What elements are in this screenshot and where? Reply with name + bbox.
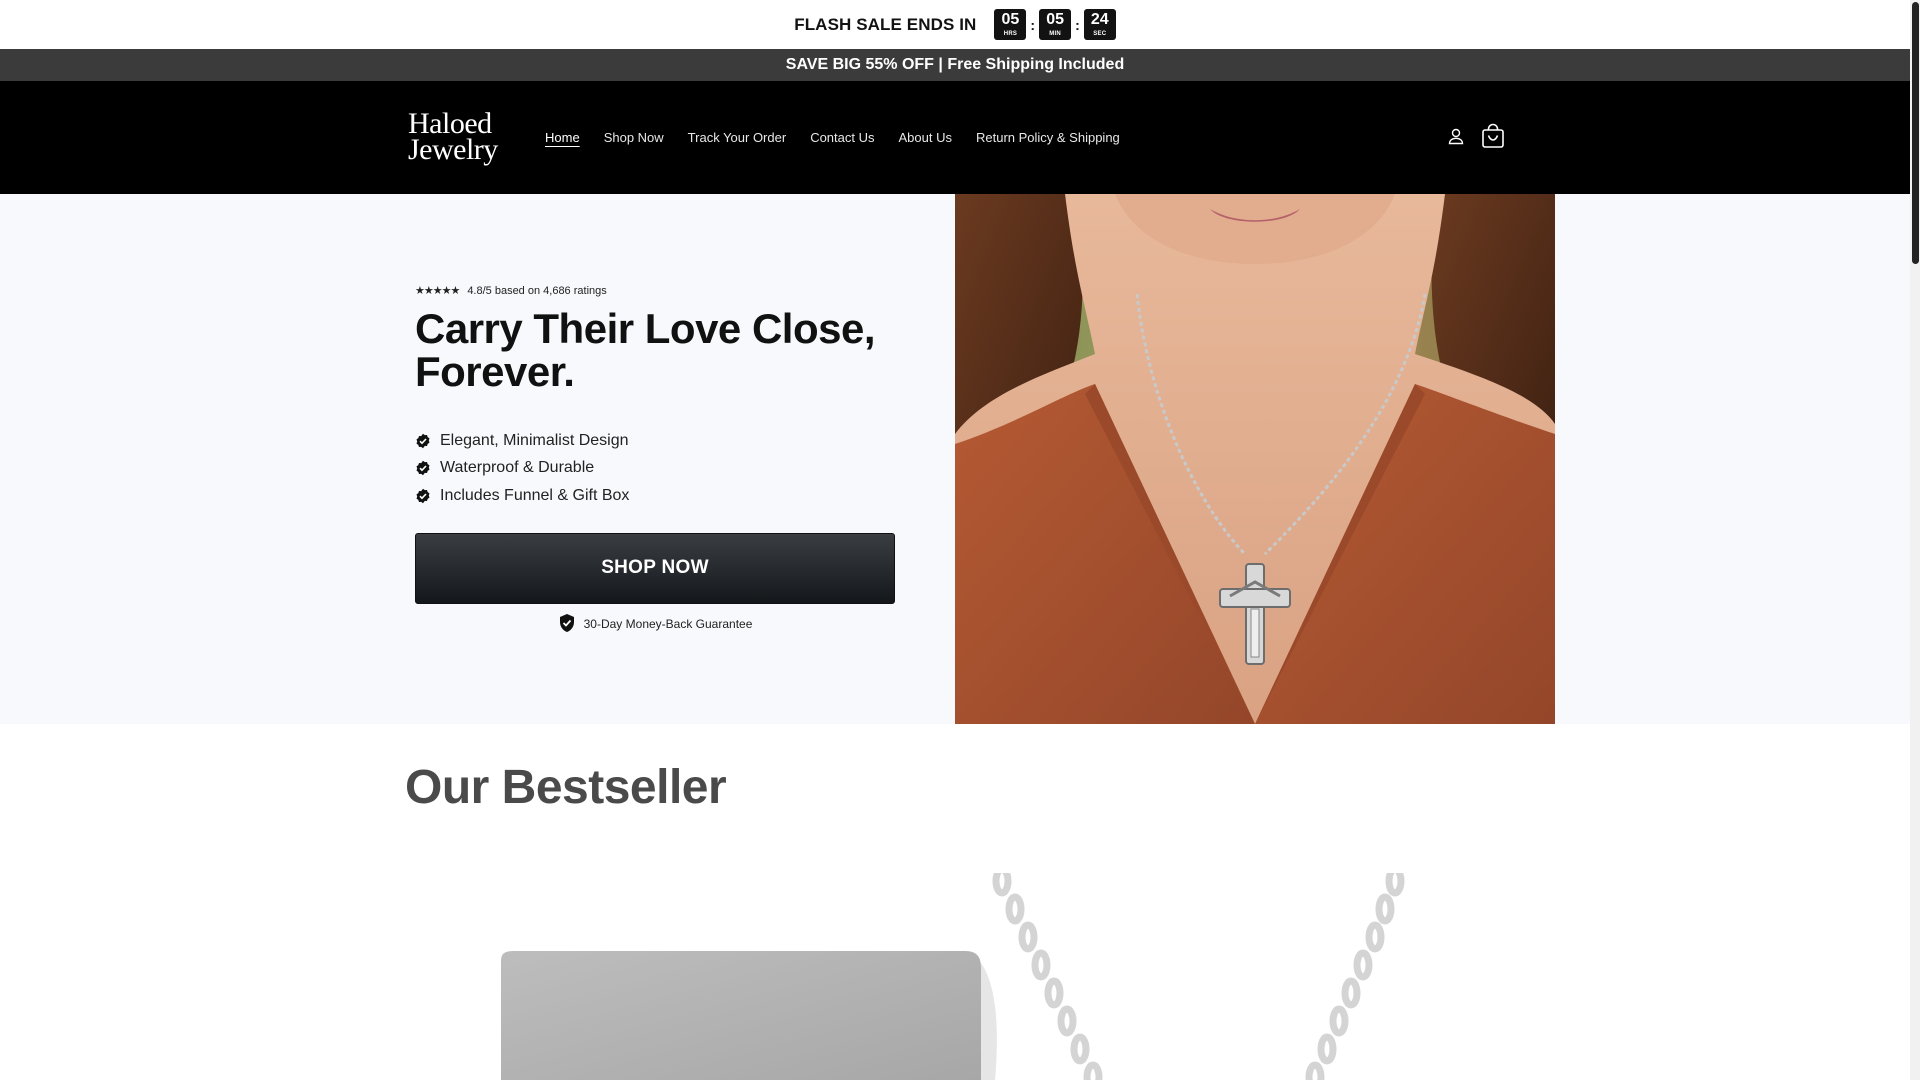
guarantee-row: 30-Day Money-Back Guarantee	[415, 613, 895, 636]
announcement-bar: SAVE BIG 55% OFF | Free Shipping Include…	[0, 49, 1910, 81]
feature-list: Elegant, Minimalist Design Waterproof & …	[415, 427, 895, 510]
countdown-separator: :	[1075, 16, 1080, 33]
flash-sale-bar: FLASH SALE ENDS IN 05 HRS : 05 MIN : 24 …	[0, 0, 1910, 49]
site-header: Haloed Jewelry Home Shop Now Track Your …	[0, 81, 1910, 194]
countdown-seconds-value: 24	[1090, 11, 1109, 28]
rating-text: 4.8/5 based on 4,686 ratings	[467, 284, 607, 297]
announcement-text: SAVE BIG 55% OFF | Free Shipping Include…	[785, 56, 1125, 73]
check-badge-icon	[415, 488, 431, 504]
hero-title: Carry Their Love Close, Forever.	[415, 305, 876, 395]
countdown-minutes-unit: MIN	[1049, 31, 1061, 37]
hero-section: ★★★★★ 4.8/5 based on 4,686 ratings Carry…	[0, 194, 1910, 724]
shop-now-button[interactable]: SHOP NOW	[415, 532, 895, 604]
logo-line-2: Jewelry	[408, 133, 498, 166]
countdown-hours: 05 HRS	[994, 9, 1027, 40]
countdown-seconds-unit: SEC	[1093, 31, 1107, 37]
feature-item: Waterproof & Durable	[415, 455, 895, 483]
bestseller-product-image[interactable]	[405, 873, 1555, 1080]
cart-icon[interactable]	[1480, 123, 1506, 149]
account-icon[interactable]	[1446, 126, 1466, 146]
guarantee-text: 30-Day Money-Back Guarantee	[583, 617, 753, 631]
nav-return-policy[interactable]: Return Policy & Shipping	[976, 130, 1120, 145]
countdown-seconds: 24 SEC	[1083, 9, 1116, 40]
bestseller-title: Our Bestseller	[405, 761, 727, 814]
scrollbar-thumb[interactable]	[1912, 2, 1919, 264]
shield-check-icon	[558, 613, 576, 636]
feature-text: Includes Funnel & Gift Box	[440, 486, 630, 504]
check-badge-icon	[415, 460, 431, 476]
countdown-minutes-value: 05	[1046, 11, 1064, 28]
nav-track-order[interactable]: Track Your Order	[688, 130, 787, 145]
countdown-hours-value: 05	[1001, 11, 1020, 28]
page-scrollbar[interactable]	[1910, 0, 1920, 1080]
check-badge-icon	[415, 433, 431, 449]
nav-shop-now[interactable]: Shop Now	[604, 130, 664, 145]
hero-model-image	[955, 194, 1555, 724]
logo[interactable]: Haloed Jewelry	[408, 109, 498, 166]
feature-item: Elegant, Minimalist Design	[415, 427, 895, 455]
rating-row: ★★★★★ 4.8/5 based on 4,686 ratings	[415, 284, 895, 298]
flash-sale-title: FLASH SALE ENDS IN	[794, 14, 977, 34]
feature-text: Waterproof & Durable	[440, 459, 595, 477]
nav-contact-us[interactable]: Contact Us	[810, 130, 874, 145]
nav-home[interactable]: Home	[545, 130, 580, 145]
star-rating-icon: ★★★★★	[415, 285, 460, 297]
feature-text: Elegant, Minimalist Design	[440, 431, 629, 449]
countdown-minutes: 05 MIN	[1039, 9, 1072, 40]
countdown-hours-unit: HRS	[1003, 31, 1018, 37]
main-nav: Home Shop Now Track Your Order Contact U…	[545, 81, 1120, 194]
feature-item: Includes Funnel & Gift Box	[415, 482, 895, 510]
nav-about-us[interactable]: About Us	[899, 130, 952, 145]
countdown-separator: :	[1030, 16, 1036, 33]
